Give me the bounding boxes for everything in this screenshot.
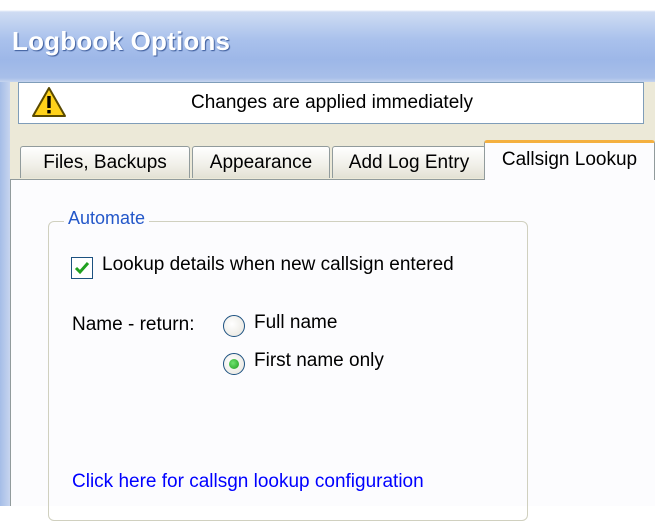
notice-text: Changes are applied immediately xyxy=(191,92,473,113)
tab-appearance[interactable]: Appearance xyxy=(192,146,330,178)
lookup-details-checkbox[interactable] xyxy=(71,257,93,279)
window-title: Logbook Options xyxy=(12,26,231,56)
automate-legend: Automate xyxy=(64,208,150,229)
tab-callsign-lookup[interactable]: Callsign Lookup xyxy=(484,140,655,180)
lookup-details-label[interactable]: Lookup details when new callsign entered xyxy=(102,254,454,276)
name-return-label: Name - return: xyxy=(72,314,195,335)
tab-strip: Files, Backups Appearance Add Log Entry … xyxy=(10,140,655,180)
logbook-options-window: Logbook Options Changes are applied imme… xyxy=(0,0,655,521)
title-bar[interactable]: Logbook Options xyxy=(0,0,655,82)
full-name-radio[interactable] xyxy=(223,315,245,337)
tab-add-log-entry[interactable]: Add Log Entry xyxy=(332,146,486,178)
first-name-only-label[interactable]: First name only xyxy=(254,350,384,372)
first-name-only-radio[interactable] xyxy=(223,353,245,375)
checkmark-icon xyxy=(74,262,90,275)
full-name-label[interactable]: Full name xyxy=(254,312,337,334)
tab-files-backups[interactable]: Files, Backups xyxy=(20,146,190,178)
dialog-content: Changes are applied immediately Files, B… xyxy=(10,82,655,521)
radio-selected-dot xyxy=(229,359,239,369)
callsign-lookup-config-link[interactable]: Click here for callsgn lookup configurat… xyxy=(72,471,424,493)
window-frame-left xyxy=(0,82,10,506)
panel-contents: Automate Lookup details when new callsig… xyxy=(10,179,655,521)
notice-bar: Changes are applied immediately xyxy=(18,82,644,124)
